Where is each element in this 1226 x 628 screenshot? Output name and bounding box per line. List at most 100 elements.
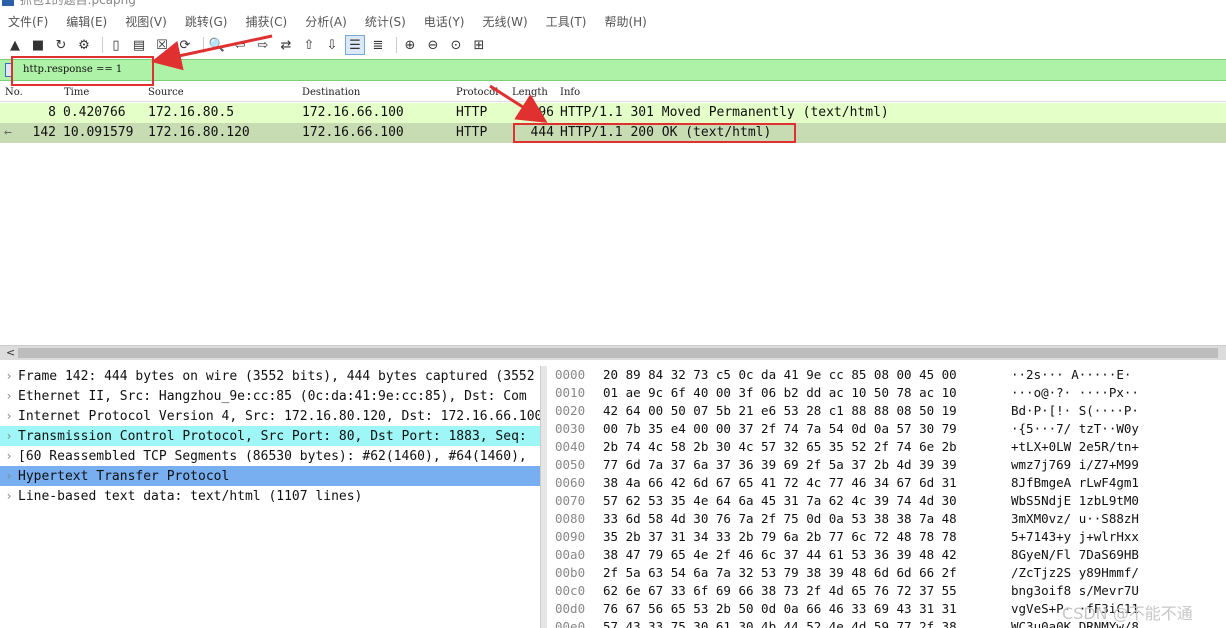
hex-row[interactable]: 0030 00 7b 35 e4 00 00 37 2f 74 7a 54 0d …	[547, 420, 1226, 438]
col-source[interactable]: Source	[148, 87, 184, 98]
go-first-icon[interactable]: ⇧	[300, 36, 318, 54]
capture-options-icon[interactable]: ⚙	[75, 36, 93, 54]
hex-ascii: ···o@·?· ····Px··	[1011, 385, 1139, 400]
detail-row-tcp[interactable]: › Transmission Control Protocol, Src Port…	[0, 426, 540, 446]
col-time[interactable]: Time	[64, 87, 89, 98]
hex-row[interactable]: 0040 2b 74 4c 58 2b 30 4c 57 32 65 35 52 …	[547, 438, 1226, 456]
zoom-in-icon[interactable]: ⊕	[401, 36, 419, 54]
detail-row-frame[interactable]: › Frame 142: 444 bytes on wire (3552 bits…	[0, 366, 540, 386]
hex-row[interactable]: 00a0 38 47 79 65 4e 2f 46 6c 37 44 61 53 …	[547, 546, 1226, 564]
packet-no: 8	[48, 105, 56, 120]
resize-columns-icon[interactable]: ⊞	[470, 36, 488, 54]
packet-row[interactable]: 8 0.420766 172.16.80.5 172.16.66.100 HTT…	[0, 103, 1226, 123]
hex-bytes: 62 6e 67 33 6f 69 66 38 73 2f 4d 65 76 7…	[603, 583, 957, 598]
go-to-packet-icon[interactable]: ⇄	[277, 36, 295, 54]
zoom-normal-icon[interactable]: ⊙	[447, 36, 465, 54]
menu-item[interactable]: 统计(S)	[365, 13, 406, 30]
hex-ascii: +tLX+0LW 2e5R/tn+	[1011, 439, 1139, 454]
hex-offset: 00e0	[555, 619, 586, 628]
watermark: CSDN @不能不通	[1062, 604, 1193, 623]
menu-item[interactable]: 文件(F)	[8, 13, 48, 30]
hex-row[interactable]: 0060 38 4a 66 42 6d 67 65 41 72 4c 77 46 …	[547, 474, 1226, 492]
col-length[interactable]: Length	[512, 87, 548, 98]
menu-item[interactable]: 捕获(C)	[245, 13, 287, 30]
detail-row-line[interactable]: › Line-based text data: text/html (1107 l…	[0, 486, 540, 506]
expand-chevron-icon[interactable]: ›	[0, 486, 18, 506]
hex-row[interactable]: 00c0 62 6e 67 33 6f 69 66 38 73 2f 4d 65 …	[547, 582, 1226, 600]
hex-bytes: 35 2b 37 31 34 33 2b 79 6a 2b 77 6c 72 4…	[603, 529, 957, 544]
go-forward-icon[interactable]: ⇨	[254, 36, 272, 54]
go-last-icon[interactable]: ⇩	[323, 36, 341, 54]
toolbar-separator	[102, 37, 103, 53]
hex-row[interactable]: 0080 33 6d 58 4d 30 76 7a 2f 75 0d 0a 53 …	[547, 510, 1226, 528]
detail-row-http[interactable]: › Hypertext Transfer Protocol	[0, 466, 540, 486]
hex-row[interactable]: 0050 77 6d 7a 37 6a 37 36 39 69 2f 5a 37 …	[547, 456, 1226, 474]
main-toolbar: ▲ ■ ↻ ⚙ ▯ ▤ ☒ ⟳ 🔍 ⇦ ⇨ ⇄ ⇧ ⇩ ☰ ≣ ⊕ ⊖ ⊙ ⊞	[0, 34, 1226, 56]
hex-ascii: ··2s··· A·····E·	[1011, 367, 1132, 382]
auto-scroll-icon[interactable]: ☰	[345, 35, 365, 55]
menu-item[interactable]: 跳转(G)	[185, 13, 228, 30]
detail-text: Internet Protocol Version 4, Src: 172.16…	[18, 409, 540, 424]
stop-capture-icon[interactable]: ■	[29, 36, 47, 54]
close-file-icon[interactable]: ☒	[153, 36, 171, 54]
hex-offset: 0060	[555, 475, 586, 490]
packet-protocol: HTTP	[456, 105, 488, 120]
hex-row[interactable]: 00b0 2f 5a 63 54 6a 7a 32 53 79 38 39 48 …	[547, 564, 1226, 582]
hex-row[interactable]: 0070 57 62 53 35 4e 64 6a 45 31 7a 62 4c …	[547, 492, 1226, 510]
menu-item[interactable]: 电话(Y)	[424, 13, 465, 30]
detail-row-reasm[interactable]: › [60 Reassembled TCP Segments (86530 byt…	[0, 446, 540, 466]
expand-chevron-icon[interactable]: ›	[0, 426, 18, 446]
scrollbar-thumb[interactable]	[18, 348, 1218, 358]
packet-list-scrollbar[interactable]: <	[0, 345, 1226, 360]
menu-item[interactable]: 无线(W)	[483, 13, 528, 30]
zoom-out-icon[interactable]: ⊖	[424, 36, 442, 54]
go-back-icon[interactable]: ⇦	[231, 36, 249, 54]
hex-row[interactable]: 0010 01 ae 9c 6f 40 00 3f 06 b2 dd ac 10 …	[547, 384, 1226, 402]
hex-offset: 0040	[555, 439, 586, 454]
detail-text: Hypertext Transfer Protocol	[18, 469, 230, 484]
save-file-icon[interactable]: ▤	[130, 36, 148, 54]
hex-offset: 0000	[555, 367, 586, 382]
menu-item[interactable]: 视图(V)	[125, 13, 167, 30]
scroll-left-icon[interactable]: <	[6, 346, 15, 359]
display-filter-bar: http.response == 1	[0, 59, 1226, 81]
expand-chevron-icon[interactable]: ›	[0, 406, 18, 426]
hex-bytes: 42 64 00 50 07 5b 21 e6 53 28 c1 88 88 0…	[603, 403, 957, 418]
packet-time: 10.091579	[63, 125, 134, 140]
expand-chevron-icon[interactable]: ›	[0, 466, 18, 486]
detail-row-ip[interactable]: › Internet Protocol Version 4, Src: 172.1…	[0, 406, 540, 426]
menu-item[interactable]: 分析(A)	[305, 13, 347, 30]
open-file-icon[interactable]: ▯	[107, 36, 125, 54]
col-destination[interactable]: Destination	[302, 87, 360, 98]
hex-offset: 0080	[555, 511, 586, 526]
col-protocol[interactable]: Protocol	[456, 87, 498, 98]
colorize-icon[interactable]: ≣	[369, 36, 387, 54]
menu-item[interactable]: 编辑(E)	[66, 13, 107, 30]
annotation-box-filter	[11, 56, 154, 86]
menu-bar: 文件(F) 编辑(E) 视图(V) 跳转(G) 捕获(C) 分析(A) 统计(S) 电话(Y)…	[0, 10, 1226, 32]
hex-bytes: 2b 74 4c 58 2b 30 4c 57 32 65 35 52 2f 7…	[603, 439, 957, 454]
find-packet-icon[interactable]: 🔍	[208, 36, 226, 54]
detail-text: [60 Reassembled TCP Segments (86530 byte…	[18, 449, 527, 464]
menu-item[interactable]: 帮助(H)	[604, 13, 646, 30]
detail-row-eth[interactable]: › Ethernet II, Src: Hangzhou_9e:cc:85 (0c…	[0, 386, 540, 406]
hex-row[interactable]: 0020 42 64 00 50 07 5b 21 e6 53 28 c1 88 …	[547, 402, 1226, 420]
hex-offset: 0010	[555, 385, 586, 400]
hex-row[interactable]: 0000 20 89 84 32 73 c5 0c da 41 9e cc 85 …	[547, 366, 1226, 384]
restart-capture-icon[interactable]: ↻	[52, 36, 70, 54]
hex-bytes: 20 89 84 32 73 c5 0c da 41 9e cc 85 08 0…	[603, 367, 957, 382]
expand-chevron-icon[interactable]: ›	[0, 446, 18, 466]
expand-chevron-icon[interactable]: ›	[0, 366, 18, 386]
expand-chevron-icon[interactable]: ›	[0, 386, 18, 406]
hex-offset: 0030	[555, 421, 586, 436]
hex-row[interactable]: 0090 35 2b 37 31 34 33 2b 79 6a 2b 77 6c …	[547, 528, 1226, 546]
col-info[interactable]: Info	[560, 87, 580, 98]
col-no[interactable]: No.	[5, 87, 23, 98]
hex-ascii: Bd·P·[!· S(····P·	[1011, 403, 1139, 418]
menu-item[interactable]: 工具(T)	[546, 13, 587, 30]
display-filter-input[interactable]: http.response == 1	[18, 62, 1218, 78]
detail-text: Line-based text data: text/html (1107 li…	[18, 489, 363, 504]
hex-offset: 0020	[555, 403, 586, 418]
shark-fin-start-icon[interactable]: ▲	[6, 36, 24, 54]
reload-file-icon[interactable]: ⟳	[176, 36, 194, 54]
